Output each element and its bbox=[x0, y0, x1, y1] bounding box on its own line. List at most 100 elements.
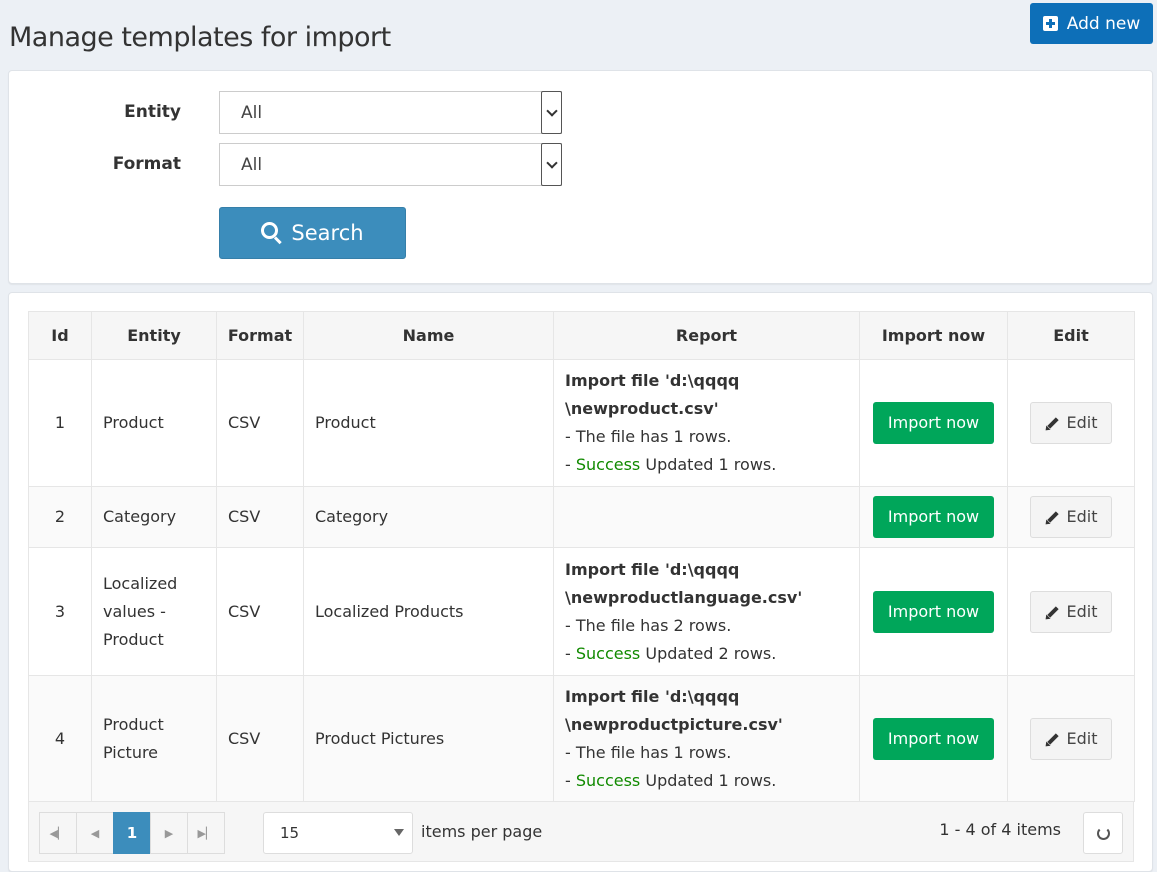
report-file-line-1: Import file 'd:\qqqq bbox=[565, 559, 740, 579]
page-button-current[interactable]: 1 bbox=[113, 812, 151, 854]
last-page-icon: ▶▏ bbox=[197, 826, 215, 840]
prev-page-button[interactable]: ◀ bbox=[76, 812, 114, 854]
format-dropdown-toggle[interactable] bbox=[541, 143, 562, 186]
column-header-entity[interactable]: Entity bbox=[91, 311, 217, 360]
report-updated-text: Updated 1 rows. bbox=[640, 770, 777, 790]
format-label: Format bbox=[112, 154, 181, 174]
page-size-select[interactable]: 15 bbox=[263, 812, 413, 854]
report-status-line: - Success Updated 1 rows. bbox=[565, 451, 848, 479]
import-now-button[interactable]: Import now bbox=[873, 402, 994, 444]
search-button-label: Search bbox=[291, 221, 364, 245]
cell-import: Import now bbox=[859, 359, 1008, 487]
cell-format: CSV bbox=[216, 359, 304, 487]
import-now-button[interactable]: Import now bbox=[873, 590, 994, 633]
cell-edit: Edit bbox=[1007, 486, 1135, 548]
edit-label: Edit bbox=[1066, 413, 1098, 432]
table-row: 2 Category CSV Category Import now Edit bbox=[28, 486, 1135, 548]
format-select-value: All bbox=[241, 154, 263, 175]
table-header-row: Id Entity Format Name Report Import now … bbox=[28, 311, 1135, 360]
entity-line: Product bbox=[103, 714, 164, 734]
cell-import: Import now bbox=[859, 675, 1008, 802]
cell-report: Import file 'd:\qqqq \newproductpicture.… bbox=[553, 675, 860, 802]
edit-label: Edit bbox=[1066, 601, 1098, 621]
cell-format: CSV bbox=[216, 675, 304, 802]
cell-entity: Localized values - Product bbox=[91, 547, 217, 676]
cell-id: 1 bbox=[28, 359, 92, 487]
report-file-line-2: \newproductpicture.csv' bbox=[565, 714, 783, 734]
report-rows-line: - The file has 1 rows. bbox=[565, 742, 732, 762]
success-text: Success bbox=[575, 455, 641, 474]
column-header-name[interactable]: Name bbox=[303, 311, 554, 360]
search-panel: Entity All Format All Search bbox=[8, 70, 1153, 284]
pencil-icon bbox=[1042, 731, 1061, 749]
cell-report: Import file 'd:\qqqq \newproductlanguage… bbox=[553, 547, 860, 676]
next-page-icon: ▶ bbox=[164, 826, 174, 840]
cell-import: Import now bbox=[859, 547, 1008, 676]
report-file-line-2: \newproduct.csv' bbox=[565, 399, 719, 418]
cell-edit: Edit bbox=[1007, 547, 1135, 676]
edit-button[interactable]: Edit bbox=[1030, 590, 1112, 633]
entity-dropdown-toggle[interactable] bbox=[541, 91, 562, 134]
first-page-icon: ◀▏ bbox=[49, 826, 67, 840]
next-page-button[interactable]: ▶ bbox=[150, 812, 188, 854]
cell-entity: Category bbox=[91, 486, 217, 548]
report-updated-text: Updated 1 rows. bbox=[640, 455, 777, 474]
column-header-edit: Edit bbox=[1007, 311, 1135, 360]
report-updated-text: Updated 2 rows. bbox=[640, 643, 777, 663]
column-header-format[interactable]: Format bbox=[216, 311, 304, 360]
entity-select[interactable]: All bbox=[219, 91, 562, 134]
pencil-icon bbox=[1042, 604, 1061, 622]
edit-label: Edit bbox=[1066, 728, 1098, 748]
pager-bar: ◀▏ ◀ 1 ▶ ▶▏ 15 items per page 1 - 4 of 4… bbox=[28, 802, 1134, 862]
pagination: ◀▏ ◀ 1 ▶ ▶▏ bbox=[39, 812, 225, 854]
pencil-icon bbox=[1042, 509, 1061, 527]
cell-id: 2 bbox=[28, 486, 92, 548]
cell-name: Product Pictures bbox=[303, 675, 554, 802]
cell-import: Import now bbox=[859, 486, 1008, 548]
cell-report: Import file 'd:\qqqq \newproduct.csv' - … bbox=[553, 359, 860, 487]
search-icon bbox=[261, 222, 283, 245]
entity-label: Entity bbox=[124, 102, 181, 122]
cell-format: CSV bbox=[216, 547, 304, 676]
page-title: Manage templates for import bbox=[9, 22, 391, 54]
report-prefix: - bbox=[565, 643, 576, 663]
report-prefix: - bbox=[565, 455, 576, 474]
prev-page-icon: ◀ bbox=[90, 826, 100, 840]
success-text: Success bbox=[575, 643, 641, 663]
report-rows-line: - The file has 2 rows. bbox=[565, 615, 732, 635]
pencil-icon bbox=[1042, 415, 1061, 433]
column-header-id[interactable]: Id bbox=[28, 311, 92, 360]
first-page-button[interactable]: ◀▏ bbox=[39, 812, 77, 854]
refresh-button[interactable] bbox=[1083, 812, 1123, 854]
edit-label: Edit bbox=[1066, 507, 1098, 526]
entity-select-value: All bbox=[241, 102, 263, 123]
entity-line: values - bbox=[103, 601, 166, 621]
edit-button[interactable]: Edit bbox=[1030, 717, 1112, 760]
cell-edit: Edit bbox=[1007, 359, 1135, 487]
edit-button[interactable]: Edit bbox=[1030, 496, 1112, 538]
last-page-button[interactable]: ▶▏ bbox=[187, 812, 225, 854]
import-now-button[interactable]: Import now bbox=[873, 717, 994, 760]
entity-line: Product bbox=[103, 629, 164, 649]
add-new-button[interactable]: Add new bbox=[1030, 3, 1153, 44]
table-row: 1 Product CSV Product Import file 'd:\qq… bbox=[28, 359, 1135, 487]
report-prefix: - bbox=[565, 770, 576, 790]
table-row: 3 Localized values - Product CSV Localiz… bbox=[28, 547, 1135, 676]
column-header-import-now: Import now bbox=[859, 311, 1008, 360]
search-button[interactable]: Search bbox=[219, 207, 406, 259]
report-file-line-1: Import file 'd:\qqqq bbox=[565, 686, 740, 706]
page-size-value: 15 bbox=[280, 824, 300, 842]
report-status-line: - Success Updated 2 rows. bbox=[565, 640, 848, 668]
cell-id: 3 bbox=[28, 547, 92, 676]
column-header-report[interactable]: Report bbox=[553, 311, 860, 360]
cell-entity: Product Picture bbox=[91, 675, 217, 802]
success-text: Success bbox=[575, 770, 641, 790]
chevron-down-icon bbox=[545, 104, 558, 117]
format-select[interactable]: All bbox=[219, 143, 562, 186]
items-per-page-label: items per page bbox=[421, 822, 543, 841]
cell-name: Localized Products bbox=[303, 547, 554, 676]
edit-button[interactable]: Edit bbox=[1030, 402, 1112, 444]
cell-entity: Product bbox=[91, 359, 217, 487]
import-now-button[interactable]: Import now bbox=[873, 496, 994, 538]
templates-table: Id Entity Format Name Report Import now … bbox=[28, 311, 1135, 802]
